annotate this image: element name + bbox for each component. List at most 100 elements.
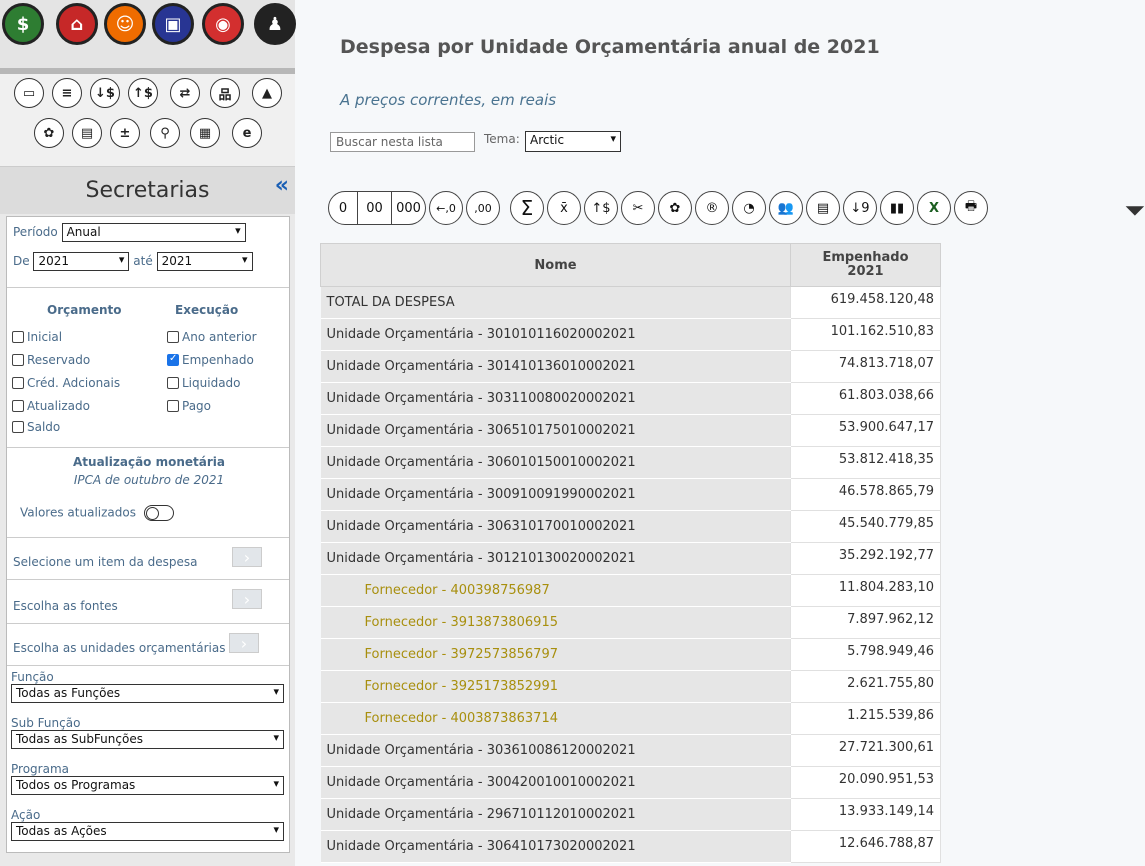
down-dollar-icon[interactable]: ↓$ <box>90 78 120 108</box>
print-icon-button[interactable]: 🖶 <box>954 191 988 225</box>
up-dollar-icon-button[interactable]: ↑$ <box>584 191 618 225</box>
row-name-cell[interactable]: Unidade Orçamentária - 30141013601000202… <box>320 350 791 383</box>
person-icon-button[interactable]: ♟ <box>254 3 296 45</box>
row-name-cell[interactable]: Unidade Orçamentária - 30361008612000202… <box>320 734 791 767</box>
table-row[interactable]: Fornecedor - 3925173852991 2.621.755,80 <box>320 670 941 703</box>
subfuncao-select[interactable]: Todas as SubFunções ▾ <box>11 730 284 749</box>
checkbox-pago[interactable]: Pago <box>167 399 211 413</box>
plant-icon[interactable]: ✿ <box>34 118 64 148</box>
tema-select[interactable]: Arctic ▾ <box>525 131 621 152</box>
row-name-cell[interactable]: Fornecedor - 3925173852991 <box>320 670 791 703</box>
checkbox-box[interactable] <box>12 331 24 343</box>
list-icon[interactable]: ≡ <box>52 78 82 108</box>
checkbox-box[interactable] <box>12 421 24 433</box>
signpost-icon[interactable]: ⇄ <box>170 78 200 108</box>
table-row[interactable]: Unidade Orçamentária - 30631017001000202… <box>320 510 941 543</box>
epag-icon[interactable]: e <box>232 118 262 148</box>
row-name-cell[interactable]: Fornecedor - 3972573856797 <box>320 638 791 671</box>
row-name-cell[interactable]: Unidade Orçamentária - 30641017302000202… <box>320 830 791 863</box>
checkbox-box[interactable] <box>167 400 179 412</box>
row-name-cell[interactable]: Unidade Orçamentária - 30101011602000202… <box>320 318 791 351</box>
org-chart-icon[interactable]: 品 <box>210 78 240 108</box>
table-row[interactable]: Unidade Orçamentária - 30311008002000202… <box>320 382 941 415</box>
registered-icon-button[interactable]: ® <box>695 191 729 225</box>
row-name-cell[interactable]: Fornecedor - 400398756987 <box>320 574 791 607</box>
sort-icon-button[interactable]: ↓9 <box>843 191 877 225</box>
row-name-cell[interactable]: Unidade Orçamentária - 30311008002000202… <box>320 382 791 415</box>
checkbox-cred-adcionais[interactable]: Créd. Adcionais <box>12 376 120 390</box>
checkbox-box[interactable] <box>167 377 179 389</box>
format-000-button[interactable]: 000 <box>392 191 426 225</box>
table-row[interactable]: Unidade Orçamentária - 30141013601000202… <box>320 350 941 383</box>
periodo-select[interactable]: Anual ▾ <box>61 223 246 242</box>
checkbox-box-checked[interactable] <box>167 353 179 366</box>
programa-select[interactable]: Todos os Programas ▾ <box>11 776 284 795</box>
ate-select[interactable]: 2021 ▾ <box>156 252 253 271</box>
search-input[interactable]: Buscar nesta lista <box>330 132 475 152</box>
table-row[interactable]: Unidade Orçamentária - 29671011201000202… <box>320 798 941 831</box>
table-row[interactable]: TOTAL DA DESPESA 619.458.120,48 <box>320 286 941 319</box>
column-header-nome[interactable]: Nome <box>320 243 791 287</box>
escolha-unidades-arrow-button[interactable]: › <box>229 633 259 653</box>
home-icon-button[interactable]: ⌂ <box>56 3 98 45</box>
row-name-cell[interactable]: Unidade Orçamentária - 30121013002000202… <box>320 542 791 575</box>
bar-chart-icon-button[interactable]: ▮▮ <box>880 191 914 225</box>
collapse-icon[interactable]: « <box>275 173 289 198</box>
column-header-empenhado[interactable]: Empenhado 2021 <box>790 243 941 287</box>
calculator-icon[interactable]: ± <box>110 118 140 148</box>
checkbox-saldo[interactable]: Saldo <box>12 420 60 434</box>
checkbox-box[interactable] <box>167 331 179 343</box>
eye-icon-button[interactable]: ◉ <box>202 3 244 45</box>
table-row[interactable]: Fornecedor - 3972573856797 5.798.949,46 <box>320 638 941 671</box>
table-row[interactable]: Fornecedor - 4003873863714 1.215.539,86 <box>320 702 941 735</box>
row-name-cell[interactable]: Unidade Orçamentária - 30631017001000202… <box>320 510 791 543</box>
monitor-icon[interactable]: ▭ <box>14 78 44 108</box>
checkbox-liquidado[interactable]: Liquidado <box>167 376 241 390</box>
row-name-cell[interactable]: Unidade Orçamentária - 30042001001000202… <box>320 766 791 799</box>
decimal-increase-button[interactable]: ,00 <box>466 191 500 225</box>
money-icon-button[interactable]: $ <box>2 3 44 45</box>
group-icon-button[interactable]: 👥 <box>769 191 803 225</box>
checkbox-atualizado[interactable]: Atualizado <box>12 399 90 413</box>
checkbox-box[interactable] <box>12 377 24 389</box>
row-name-cell[interactable]: Unidade Orçamentária - 29671011201000202… <box>320 798 791 831</box>
row-name-cell[interactable]: Fornecedor - 3913873806915 <box>320 606 791 639</box>
table-row[interactable]: Unidade Orçamentária - 30641017302000202… <box>320 830 941 863</box>
id-card-icon[interactable]: ▤ <box>72 118 102 148</box>
people-icon-button[interactable]: ☺ <box>104 3 146 45</box>
valores-atualizados-toggle[interactable] <box>143 505 174 521</box>
network-icon[interactable]: ▲ <box>252 78 282 108</box>
satellite-icon[interactable]: ⚲ <box>150 118 180 148</box>
checkbox-reservado[interactable]: Reservado <box>12 353 90 367</box>
table-row[interactable]: Unidade Orçamentária - 30042001001000202… <box>320 766 941 799</box>
selecione-item-label[interactable]: Selecione um item da despesa <box>13 555 197 569</box>
row-name-cell[interactable]: Unidade Orçamentária - 30091009199000202… <box>320 478 791 511</box>
table-row[interactable]: Unidade Orçamentária - 30091009199000202… <box>320 478 941 511</box>
decimal-decrease-button[interactable]: ←,0 <box>429 191 463 225</box>
escolha-fontes-arrow-button[interactable]: › <box>232 589 262 609</box>
row-name-cell[interactable]: Unidade Orçamentária - 30651017501000202… <box>320 414 791 447</box>
checkbox-box[interactable] <box>12 354 24 366</box>
pie-chart-icon-button[interactable]: ◔ <box>732 191 766 225</box>
acao-select[interactable]: Todas as Ações ▾ <box>11 822 284 841</box>
book-icon-button[interactable]: ▣ <box>152 3 194 45</box>
plant-icon-button[interactable]: ✿ <box>658 191 692 225</box>
row-name-cell[interactable]: Fornecedor - 4003873863714 <box>320 702 791 735</box>
checkbox-inicial[interactable]: Inicial <box>12 330 62 344</box>
checkbox-box[interactable] <box>12 400 24 412</box>
table-row[interactable]: Unidade Orçamentária - 30651017501000202… <box>320 414 941 447</box>
sum-icon-button[interactable]: Σ <box>510 191 544 225</box>
format-00-button[interactable]: 00 <box>358 191 392 225</box>
row-name-cell[interactable]: TOTAL DA DESPESA <box>320 286 791 319</box>
table-row[interactable]: Unidade Orçamentária - 30361008612000202… <box>320 734 941 767</box>
mean-icon-button[interactable]: x̄ <box>547 191 581 225</box>
up-dollar-icon[interactable]: ↑$ <box>128 78 158 108</box>
document-icon[interactable]: ▦ <box>190 118 220 148</box>
de-select[interactable]: 2021 ▾ <box>33 252 130 271</box>
checkbox-ano-anterior[interactable]: Ano anterior <box>167 330 257 344</box>
plug-icon-button[interactable]: ✂ <box>621 191 655 225</box>
format-0-button[interactable]: 0 <box>328 191 358 225</box>
table-row[interactable]: Fornecedor - 400398756987 11.804.283,10 <box>320 574 941 607</box>
table-row[interactable]: Unidade Orçamentária - 30121013002000202… <box>320 542 941 575</box>
row-name-cell[interactable]: Unidade Orçamentária - 30601015001000202… <box>320 446 791 479</box>
